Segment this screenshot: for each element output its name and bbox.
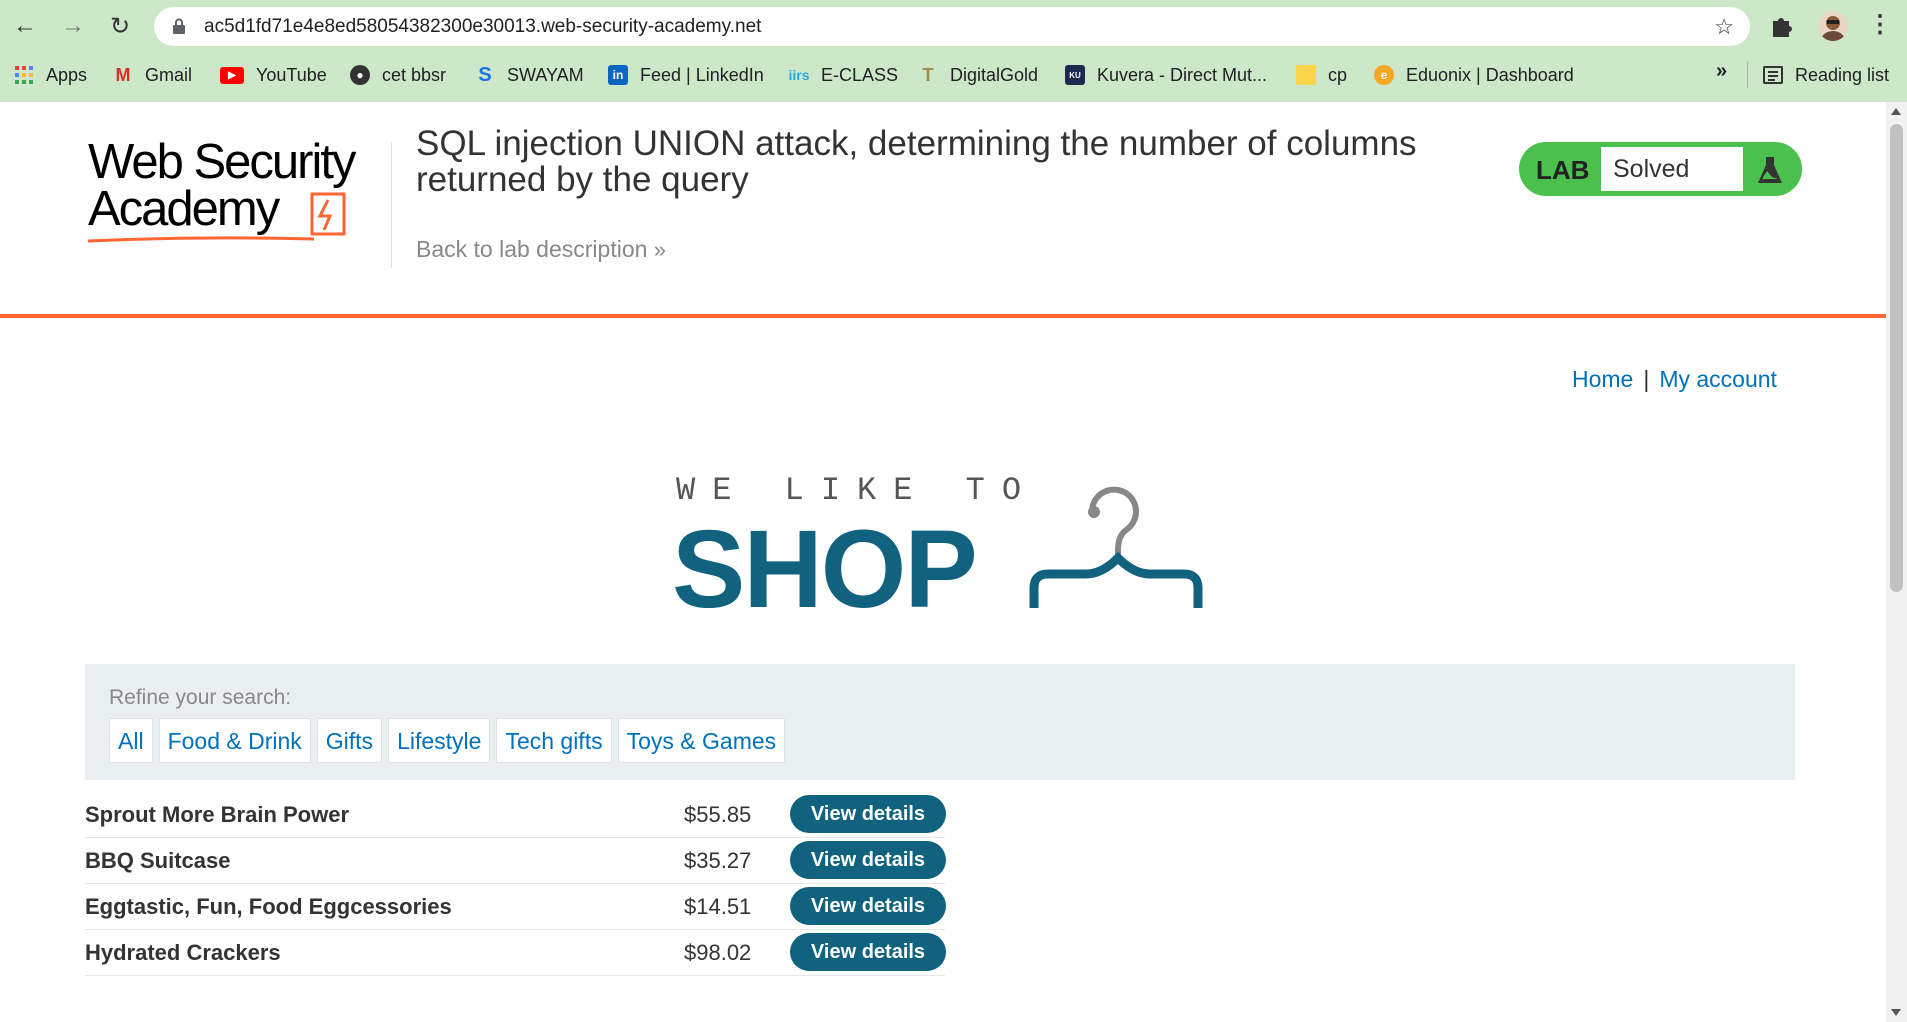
lab-header: Web Security Academy SQL injection UNION… bbox=[0, 102, 1886, 318]
nav-separator: | bbox=[1643, 366, 1650, 392]
shop-logo-tagline: WE LIKE TO bbox=[676, 472, 1039, 509]
lab-title: SQL injection UNION attack, determining … bbox=[416, 124, 1417, 199]
top-navigation: Home | My account bbox=[1572, 366, 1777, 393]
product-list: Sprout More Brain Power $55.85 View deta… bbox=[85, 792, 946, 976]
filter-gifts[interactable]: Gifts bbox=[316, 718, 383, 763]
address-bar[interactable]: ac5d1fd71e4e8ed58054382300e30013.web-sec… bbox=[154, 7, 1750, 46]
reload-icon[interactable]: ↻ bbox=[105, 11, 135, 41]
product-row: Hydrated Crackers $98.02 View details bbox=[85, 930, 946, 976]
bookmark-swayam[interactable]: S SWAYAM bbox=[475, 62, 583, 88]
filter-toys-games[interactable]: Toys & Games bbox=[617, 718, 786, 763]
filter-food-drink[interactable]: Food & Drink bbox=[158, 718, 311, 763]
browser-toolbar: ← → ↻ ac5d1fd71e4e8ed58054382300e30013.w… bbox=[0, 0, 1907, 52]
lab-status-text: Solved bbox=[1613, 155, 1690, 183]
product-name: Sprout More Brain Power bbox=[85, 802, 350, 827]
swayam-icon: S bbox=[478, 63, 492, 86]
bookmark-star-icon[interactable]: ☆ bbox=[1714, 14, 1734, 40]
filter-all[interactable]: All bbox=[109, 718, 153, 763]
view-details-button[interactable]: View details bbox=[790, 795, 946, 833]
filter-tech-gifts[interactable]: Tech gifts bbox=[496, 718, 612, 763]
back-to-lab-description-link[interactable]: Back to lab description » bbox=[416, 236, 666, 263]
refine-search-label: Refine your search: bbox=[109, 686, 292, 709]
scroll-down-arrow-icon[interactable] bbox=[1891, 1009, 1901, 1016]
apps-grid-icon bbox=[15, 66, 33, 84]
product-row: Eggtastic, Fun, Food Eggcessories $14.51… bbox=[85, 884, 946, 930]
view-details-button[interactable]: View details bbox=[790, 887, 946, 925]
folder-icon bbox=[1296, 65, 1316, 85]
kebab-menu-icon[interactable]: ⋮ bbox=[1868, 10, 1892, 39]
view-details-button[interactable]: View details bbox=[790, 841, 946, 879]
bookmarks-bar: Apps M Gmail ▶ YouTube ● cet bbsr S SWAY… bbox=[0, 56, 1907, 92]
lab-status-badge: LAB Solved bbox=[1519, 142, 1802, 196]
page-content: Web Security Academy SQL injection UNION… bbox=[0, 102, 1886, 1022]
lock-icon[interactable] bbox=[172, 18, 186, 34]
forward-arrow-icon[interactable]: → bbox=[58, 11, 88, 41]
bookmarks-divider bbox=[1747, 62, 1748, 88]
eclass-icon: iirs bbox=[788, 67, 810, 83]
product-price: $98.02 bbox=[684, 940, 752, 965]
bookmark-eclass[interactable]: iirs E-CLASS bbox=[788, 62, 899, 88]
linkedin-icon: in bbox=[608, 65, 628, 85]
refine-search-panel: Refine your search: All Food & Drink Gif… bbox=[85, 664, 1795, 780]
eduonix-icon: e bbox=[1374, 65, 1394, 85]
bookmark-apps[interactable]: Apps bbox=[14, 62, 87, 88]
digitalgold-icon: T bbox=[922, 64, 934, 85]
bookmark-kuvera[interactable]: KU Kuvera - Direct Mut... bbox=[1065, 62, 1267, 88]
product-price: $55.85 bbox=[684, 802, 752, 827]
back-arrow-icon[interactable]: ← bbox=[10, 11, 40, 41]
product-name: BBQ Suitcase bbox=[85, 848, 231, 873]
browser-chrome: ← → ↻ ac5d1fd71e4e8ed58054382300e30013.w… bbox=[0, 0, 1907, 102]
lab-badge-label: LAB bbox=[1536, 155, 1590, 185]
bookmark-youtube[interactable]: ▶ YouTube bbox=[220, 62, 327, 88]
category-filters: All Food & Drink Gifts Lifestyle Tech gi… bbox=[109, 718, 786, 763]
reading-list-icon bbox=[1763, 66, 1783, 84]
web-security-academy-logo[interactable]: Web Security Academy bbox=[87, 132, 388, 243]
view-details-button[interactable]: View details bbox=[790, 933, 946, 971]
gmail-icon: M bbox=[115, 64, 131, 85]
reading-list-button[interactable]: Reading list bbox=[1763, 62, 1889, 88]
my-account-link[interactable]: My account bbox=[1659, 366, 1777, 392]
url-text[interactable]: ac5d1fd71e4e8ed58054382300e30013.web-sec… bbox=[204, 16, 761, 38]
bookmarks-overflow-icon[interactable]: » bbox=[1716, 60, 1727, 83]
double-chevron-right-icon: » bbox=[653, 237, 667, 262]
bookmark-eduonix[interactable]: e Eduonix | Dashboard bbox=[1374, 62, 1574, 88]
kuvera-icon: KU bbox=[1065, 65, 1085, 85]
filter-lifestyle[interactable]: Lifestyle bbox=[388, 718, 491, 763]
home-link[interactable]: Home bbox=[1572, 366, 1633, 392]
bookmark-digitalgold[interactable]: T DigitalGold bbox=[918, 62, 1039, 88]
flask-icon bbox=[1758, 157, 1782, 183]
logo-underline-icon bbox=[87, 236, 315, 243]
academy-bolt-icon bbox=[310, 192, 346, 236]
product-price: $14.51 bbox=[684, 894, 752, 919]
product-row: Sprout More Brain Power $55.85 View deta… bbox=[85, 792, 946, 838]
scroll-up-arrow-icon[interactable] bbox=[1891, 108, 1901, 115]
hanger-icon bbox=[1029, 486, 1203, 608]
page-scrollbar[interactable] bbox=[1886, 102, 1907, 1022]
product-name: Eggtastic, Fun, Food Eggcessories bbox=[85, 894, 452, 919]
product-row: BBQ Suitcase $35.27 View details bbox=[85, 838, 946, 884]
product-price: $35.27 bbox=[684, 848, 752, 873]
extensions-puzzle-icon[interactable] bbox=[1768, 12, 1796, 40]
youtube-icon: ▶ bbox=[220, 66, 244, 84]
bookmark-gmail[interactable]: M Gmail bbox=[113, 62, 193, 88]
shop-logo-wordmark: SHOP bbox=[672, 508, 978, 631]
product-name: Hydrated Crackers bbox=[85, 940, 281, 965]
globe-icon: ● bbox=[350, 65, 370, 85]
bookmark-cp[interactable]: cp bbox=[1296, 62, 1347, 88]
shop-logo: WE LIKE TO SHOP bbox=[672, 472, 1206, 631]
bookmark-linkedin[interactable]: in Feed | LinkedIn bbox=[608, 62, 764, 88]
bookmark-cet-bbsr[interactable]: ● cet bbsr bbox=[350, 62, 446, 88]
lab-status-box: Solved bbox=[1601, 147, 1743, 191]
header-divider bbox=[391, 142, 392, 268]
profile-avatar[interactable] bbox=[1818, 11, 1848, 41]
scrollbar-thumb[interactable] bbox=[1890, 124, 1903, 592]
